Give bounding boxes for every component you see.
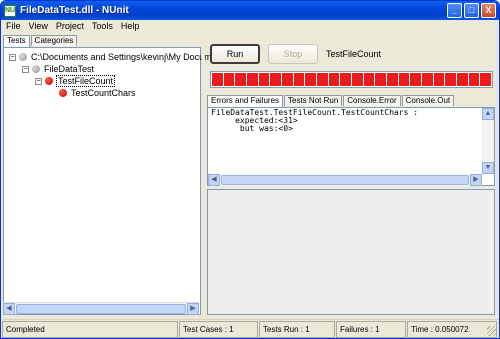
run-panel: Run Stop TestFileCount (205, 35, 498, 92)
progress-segment (293, 73, 305, 86)
progress-segment (247, 73, 258, 86)
status-failed-icon (59, 89, 67, 97)
progress-segment (457, 73, 468, 86)
progress-segment (270, 73, 282, 86)
scroll-thumb[interactable] (16, 303, 186, 314)
tab-errors-and-failures[interactable]: Errors and Failures (207, 95, 284, 107)
progress-segment (258, 73, 270, 86)
status-grey-icon (32, 65, 40, 73)
status-failures: Failures : 1 (336, 321, 406, 338)
title-bar[interactable]: NU FileDataTest.dll - NUnit _ □ X (1, 1, 499, 20)
tab-tests[interactable]: Tests (3, 35, 30, 47)
tree-node-test[interactable]: TestCountChars (56, 87, 137, 99)
tree-node-assembly[interactable]: − FileDataTest (22, 63, 95, 75)
tab-console-out[interactable]: Console.Out (401, 95, 455, 106)
collapse-icon[interactable]: − (35, 77, 42, 85)
menu-project[interactable]: Project (52, 20, 88, 33)
status-tests-run: Tests Run : 1 (259, 321, 335, 338)
progress-segment (468, 73, 480, 86)
scroll-down-icon[interactable]: ▼ (482, 162, 494, 174)
nunit-app-icon: NU (4, 4, 16, 17)
error-list[interactable]: FileDataTest.TestFileCount.TestCountChar… (207, 107, 495, 186)
tab-categories[interactable]: Categories (30, 35, 78, 46)
maximize-button[interactable]: □ (464, 3, 479, 18)
status-message: Completed (2, 321, 178, 338)
status-time: Time : 0.050072 (407, 321, 497, 338)
progress-segment (212, 73, 223, 86)
progress-segment (433, 73, 445, 86)
scroll-right-icon[interactable]: ▶ (470, 174, 482, 186)
window-title: FileDataTest.dll - NUnit (20, 5, 129, 16)
tree-horizontal-scrollbar[interactable]: ◀ ▶ (3, 302, 199, 315)
progress-segment (352, 73, 363, 86)
progress-segment (480, 73, 492, 86)
nunit-window: NU FileDataTest.dll - NUnit _ □ X File V… (0, 0, 500, 339)
tree-node-fixture[interactable]: − TestFileCount (35, 75, 116, 87)
scroll-thumb[interactable] (221, 175, 469, 185)
status-grey-icon (19, 53, 27, 61)
tree-node-label: C:\Documents and Settings\kevinj\My Docu… (31, 52, 217, 62)
progress-segment (328, 73, 340, 86)
status-bar: Completed Test Cases : 1 Tests Run : 1 F… (2, 319, 499, 338)
error-message: FileDataTest.TestFileCount.TestCountChar… (211, 108, 419, 133)
progress-segment (223, 73, 235, 86)
progress-segment (387, 73, 398, 86)
menu-bar: File View Project Tools Help (2, 20, 499, 33)
stack-trace-panel[interactable] (207, 189, 495, 315)
tab-console-error[interactable]: Console.Error (343, 95, 401, 106)
run-button[interactable]: Run (210, 44, 260, 64)
error-horizontal-scrollbar[interactable]: ◀ ▶ (208, 174, 482, 186)
progress-segment (305, 73, 317, 86)
tree-node-label: FileDataTest (44, 64, 95, 74)
close-button[interactable]: X (481, 3, 496, 18)
scroll-up-icon[interactable]: ▲ (482, 108, 494, 120)
resize-grip-icon[interactable] (487, 326, 497, 336)
progress-bar (210, 71, 493, 88)
test-tree[interactable]: − C:\Documents and Settings\kevinj\My Do… (3, 47, 217, 315)
progress-segment (445, 73, 457, 86)
progress-segment (363, 73, 375, 86)
error-vertical-scrollbar[interactable]: ▲ ▼ (482, 108, 494, 174)
progress-segment (422, 73, 433, 86)
stop-button: Stop (268, 44, 318, 64)
tab-tests-not-run[interactable]: Tests Not Run (284, 95, 343, 106)
progress-segment (375, 73, 387, 86)
scroll-right-icon[interactable]: ▶ (187, 302, 199, 315)
collapse-icon[interactable]: − (9, 53, 16, 61)
progress-segment (410, 73, 422, 86)
progress-segment (282, 73, 293, 86)
progress-segment (398, 73, 410, 86)
status-failed-icon (45, 77, 53, 85)
progress-segment (235, 73, 247, 86)
menu-view[interactable]: View (25, 20, 52, 33)
scroll-left-icon[interactable]: ◀ (3, 302, 15, 315)
menu-help[interactable]: Help (117, 20, 144, 33)
tree-node-label: TestFileCount (56, 75, 116, 87)
progress-segment (340, 73, 352, 86)
collapse-icon[interactable]: − (22, 65, 29, 73)
current-test-label: TestFileCount (326, 49, 382, 59)
menu-file[interactable]: File (2, 20, 25, 33)
status-test-cases: Test Cases : 1 (179, 321, 258, 338)
tree-node-label: TestCountChars (71, 88, 136, 98)
left-tab-strip: Tests Categories (3, 35, 78, 47)
minimize-button[interactable]: _ (447, 3, 462, 18)
result-tab-strip: Errors and Failures Tests Not Run Consol… (207, 95, 455, 107)
tree-node-root[interactable]: − C:\Documents and Settings\kevinj\My Do… (9, 51, 218, 63)
menu-tools[interactable]: Tools (88, 20, 117, 33)
scroll-left-icon[interactable]: ◀ (208, 174, 220, 186)
progress-segment (317, 73, 328, 86)
